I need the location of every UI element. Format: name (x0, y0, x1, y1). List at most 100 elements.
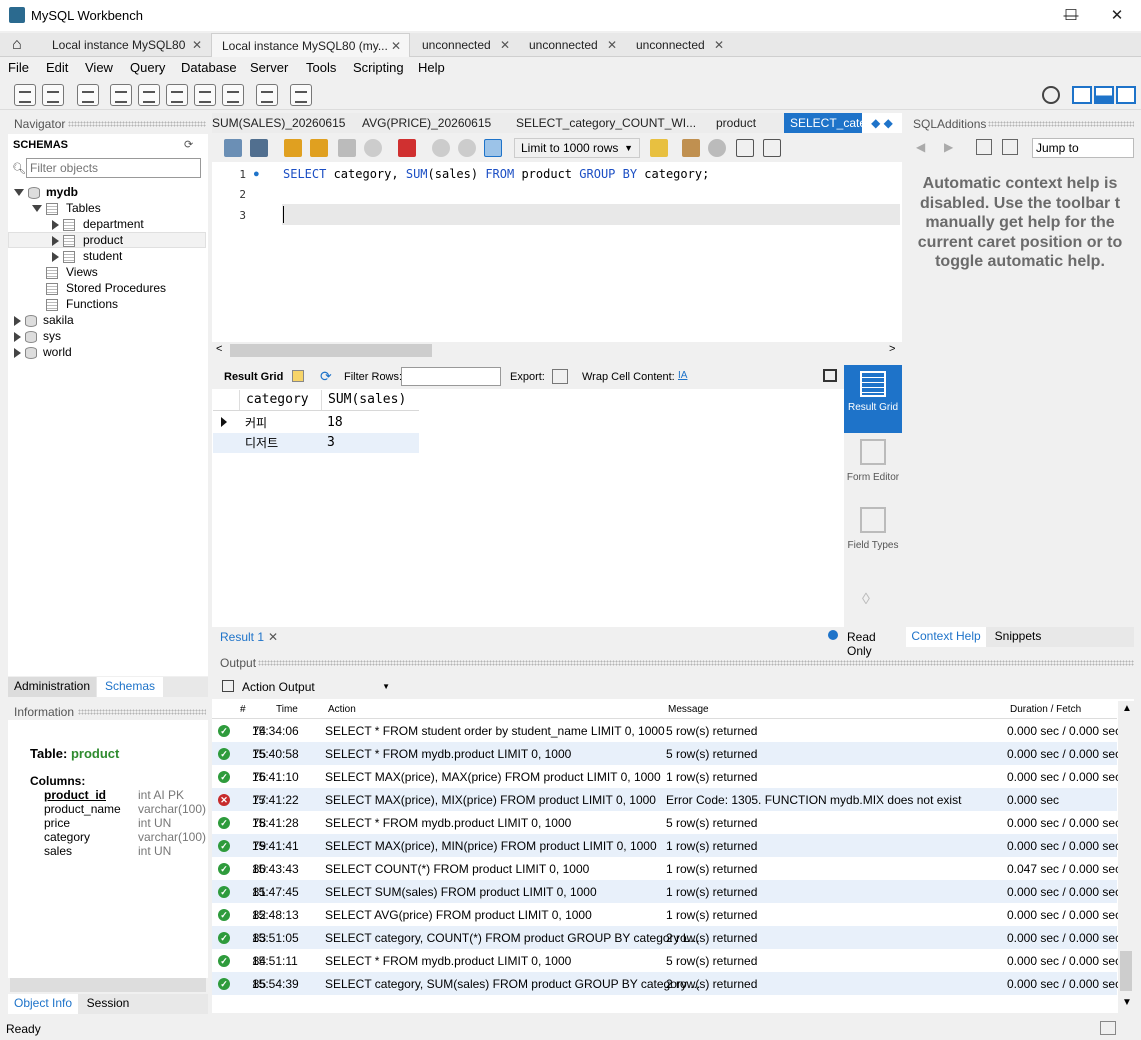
tab-snippets[interactable]: Snippets (988, 627, 1048, 647)
create-table-icon[interactable] (138, 84, 160, 106)
query-tab-0[interactable]: SUM(SALES)_20260615 (212, 113, 350, 133)
editor-horizontal-scrollbar[interactable]: < > (212, 342, 902, 359)
output-vertical-scrollbar[interactable]: ▲ ▼ (1118, 701, 1134, 1013)
create-function-icon[interactable] (222, 84, 244, 106)
result-grid-side-button[interactable]: Result Grid (844, 365, 902, 433)
table-row[interactable]: ✓ 75 15:40:58 SELECT * FROM mydb.product LI… (212, 742, 1121, 765)
tab-scroll-arrows[interactable]: ◆ ◆ (862, 113, 902, 133)
query-tab-2[interactable]: SELECT_category_COUNT_WI... (516, 113, 696, 133)
toggle-secondary-sidebar-icon[interactable] (1116, 86, 1136, 104)
sql-editor[interactable]: 1 ● 2 3 SELECT category, SUM(sales) FROM… (212, 162, 902, 342)
menu-query[interactable]: Query (130, 60, 165, 75)
copy-icon[interactable] (222, 680, 234, 692)
close-icon[interactable]: ✕ (500, 33, 510, 57)
query-tab-1[interactable]: AVG(PRICE)_20260615 (362, 113, 502, 133)
table-row[interactable]: ✓ 82 15:48:13 SELECT AVG(price) FROM produc… (212, 903, 1121, 926)
menu-scripting[interactable]: Scripting (353, 60, 404, 75)
close-icon[interactable]: ✕ (192, 33, 202, 57)
column-header[interactable]: SUM(sales) (321, 390, 419, 410)
scroll-thumb[interactable] (230, 344, 432, 357)
horizontal-scrollbar[interactable] (10, 978, 206, 992)
beautify-icon[interactable] (682, 139, 700, 157)
conn-tab-0[interactable]: Local instance MySQL80 ✕ (42, 33, 210, 57)
tree-table-product[interactable]: product (52, 232, 123, 248)
close-window-button[interactable]: ✕ (1094, 0, 1140, 31)
create-view-icon[interactable] (166, 84, 188, 106)
grid-icon[interactable] (292, 370, 304, 382)
column-header[interactable]: Time (276, 704, 298, 715)
expand-icon[interactable] (32, 205, 42, 213)
table-row[interactable]: ✓ 81 15:47:45 SELECT SUM(sales) FROM produc… (212, 880, 1121, 903)
conn-tab-4[interactable]: unconnected ✕ (626, 33, 732, 57)
table-row-cell[interactable]: 3 (321, 433, 419, 453)
table-row[interactable]: ✓ 78 15:41:28 SELECT * FROM mydb.product LI… (212, 811, 1121, 834)
scroll-right-icon[interactable]: > (889, 343, 895, 355)
menu-file[interactable]: File (8, 60, 29, 75)
close-icon[interactable]: ✕ (391, 34, 401, 58)
maximize-button[interactable]: ☐ (1048, 0, 1094, 31)
table-row[interactable]: ✕ 77 15:41:22 SELECT MAX(price), MIX(price)… (212, 788, 1117, 811)
conn-tab-2[interactable]: unconnected ✕ (412, 33, 518, 57)
tree-functions[interactable]: Functions (46, 296, 118, 312)
close-icon[interactable]: ✕ (714, 33, 724, 57)
menu-database[interactable]: Database (181, 60, 237, 75)
stop-icon[interactable] (364, 139, 382, 157)
create-schema-icon[interactable] (110, 84, 132, 106)
conn-tab-1[interactable]: Local instance MySQL80 (my... ✕ (211, 33, 410, 57)
scroll-left-icon[interactable]: < (216, 343, 222, 355)
expand-icon[interactable] (14, 315, 21, 326)
execute-icon[interactable] (284, 139, 302, 157)
table-row[interactable]: ✓ 80 15:43:43 SELECT COUNT(*) FROM product … (212, 857, 1121, 880)
explain-icon[interactable] (338, 139, 356, 157)
tree-world[interactable]: world (14, 344, 72, 360)
menu-tools[interactable]: Tools (306, 60, 336, 75)
toggle-output-icon[interactable] (1094, 86, 1114, 104)
tab-administration[interactable]: Administration (8, 677, 96, 697)
tree-tables[interactable]: Tables (32, 200, 101, 216)
add-snippet-icon[interactable] (650, 139, 668, 157)
column-header[interactable]: Action (328, 704, 356, 715)
tab-session[interactable]: Session (80, 994, 136, 1014)
save-icon[interactable] (250, 139, 268, 157)
status-panel-icon[interactable] (1100, 1021, 1116, 1035)
tab-context-help[interactable]: Context Help (906, 627, 986, 647)
context-help-icon[interactable] (976, 139, 992, 155)
forward-icon[interactable]: ▶ (944, 140, 953, 154)
column-header[interactable]: Duration / Fetch (1010, 704, 1081, 715)
back-icon[interactable]: ◀ (916, 140, 925, 154)
refresh-schemas-icon[interactable]: ⟳ (184, 138, 193, 151)
table-row-cell[interactable]: 18 (321, 413, 419, 433)
open-file-icon[interactable] (224, 139, 242, 157)
close-icon[interactable]: ✕ (607, 33, 617, 57)
find-icon[interactable] (708, 139, 726, 157)
reconnect-icon[interactable] (290, 84, 312, 106)
table-row[interactable]: ✓ 85 15:54:39 SELECT category, SUM(sales) F… (212, 972, 1121, 995)
table-row[interactable]: ✓ 76 15:41:10 SELECT MAX(price), MAX(price)… (212, 765, 1121, 788)
table-row[interactable]: ✓ 84 15:51:11 SELECT * FROM mydb.product LI… (212, 949, 1121, 972)
tree-stored-procedures[interactable]: Stored Procedures (46, 280, 166, 296)
column-header[interactable]: Message (668, 704, 709, 715)
output-type-select[interactable]: Action Output ▼ (242, 677, 390, 697)
menu-server[interactable]: Server (250, 60, 288, 75)
autocommit-icon[interactable] (484, 139, 502, 157)
execute-current-icon[interactable] (310, 139, 328, 157)
scroll-thumb[interactable] (1120, 951, 1132, 991)
invisible-chars-icon[interactable] (736, 139, 754, 157)
close-icon[interactable]: ✕ (268, 630, 278, 644)
limit-rows-select[interactable]: Limit to 1000 rows ▼ (514, 138, 640, 158)
result-tab[interactable]: Result 1 (220, 630, 264, 644)
open-sql-script-icon[interactable] (42, 84, 64, 106)
wrap-cell-icon[interactable]: IA (678, 370, 687, 381)
filter-rows-input[interactable] (401, 367, 501, 386)
expand-icon[interactable] (52, 235, 59, 246)
commit-icon[interactable] (432, 139, 450, 157)
field-types-side-button[interactable]: Field Types (844, 507, 902, 551)
table-row-cell[interactable]: 커피 (239, 413, 319, 433)
table-row[interactable]: ✓ 83 15:51:05 SELECT category, COUNT(*) FRO… (212, 926, 1121, 949)
jump-to-select[interactable]: Jump to (1032, 138, 1134, 158)
toggle-result-panel-icon[interactable] (823, 369, 837, 382)
inspector-icon[interactable] (77, 84, 99, 106)
menu-help[interactable]: Help (418, 60, 445, 75)
form-editor-side-button[interactable]: Form Editor (844, 439, 902, 483)
tree-views[interactable]: Views (46, 264, 98, 280)
